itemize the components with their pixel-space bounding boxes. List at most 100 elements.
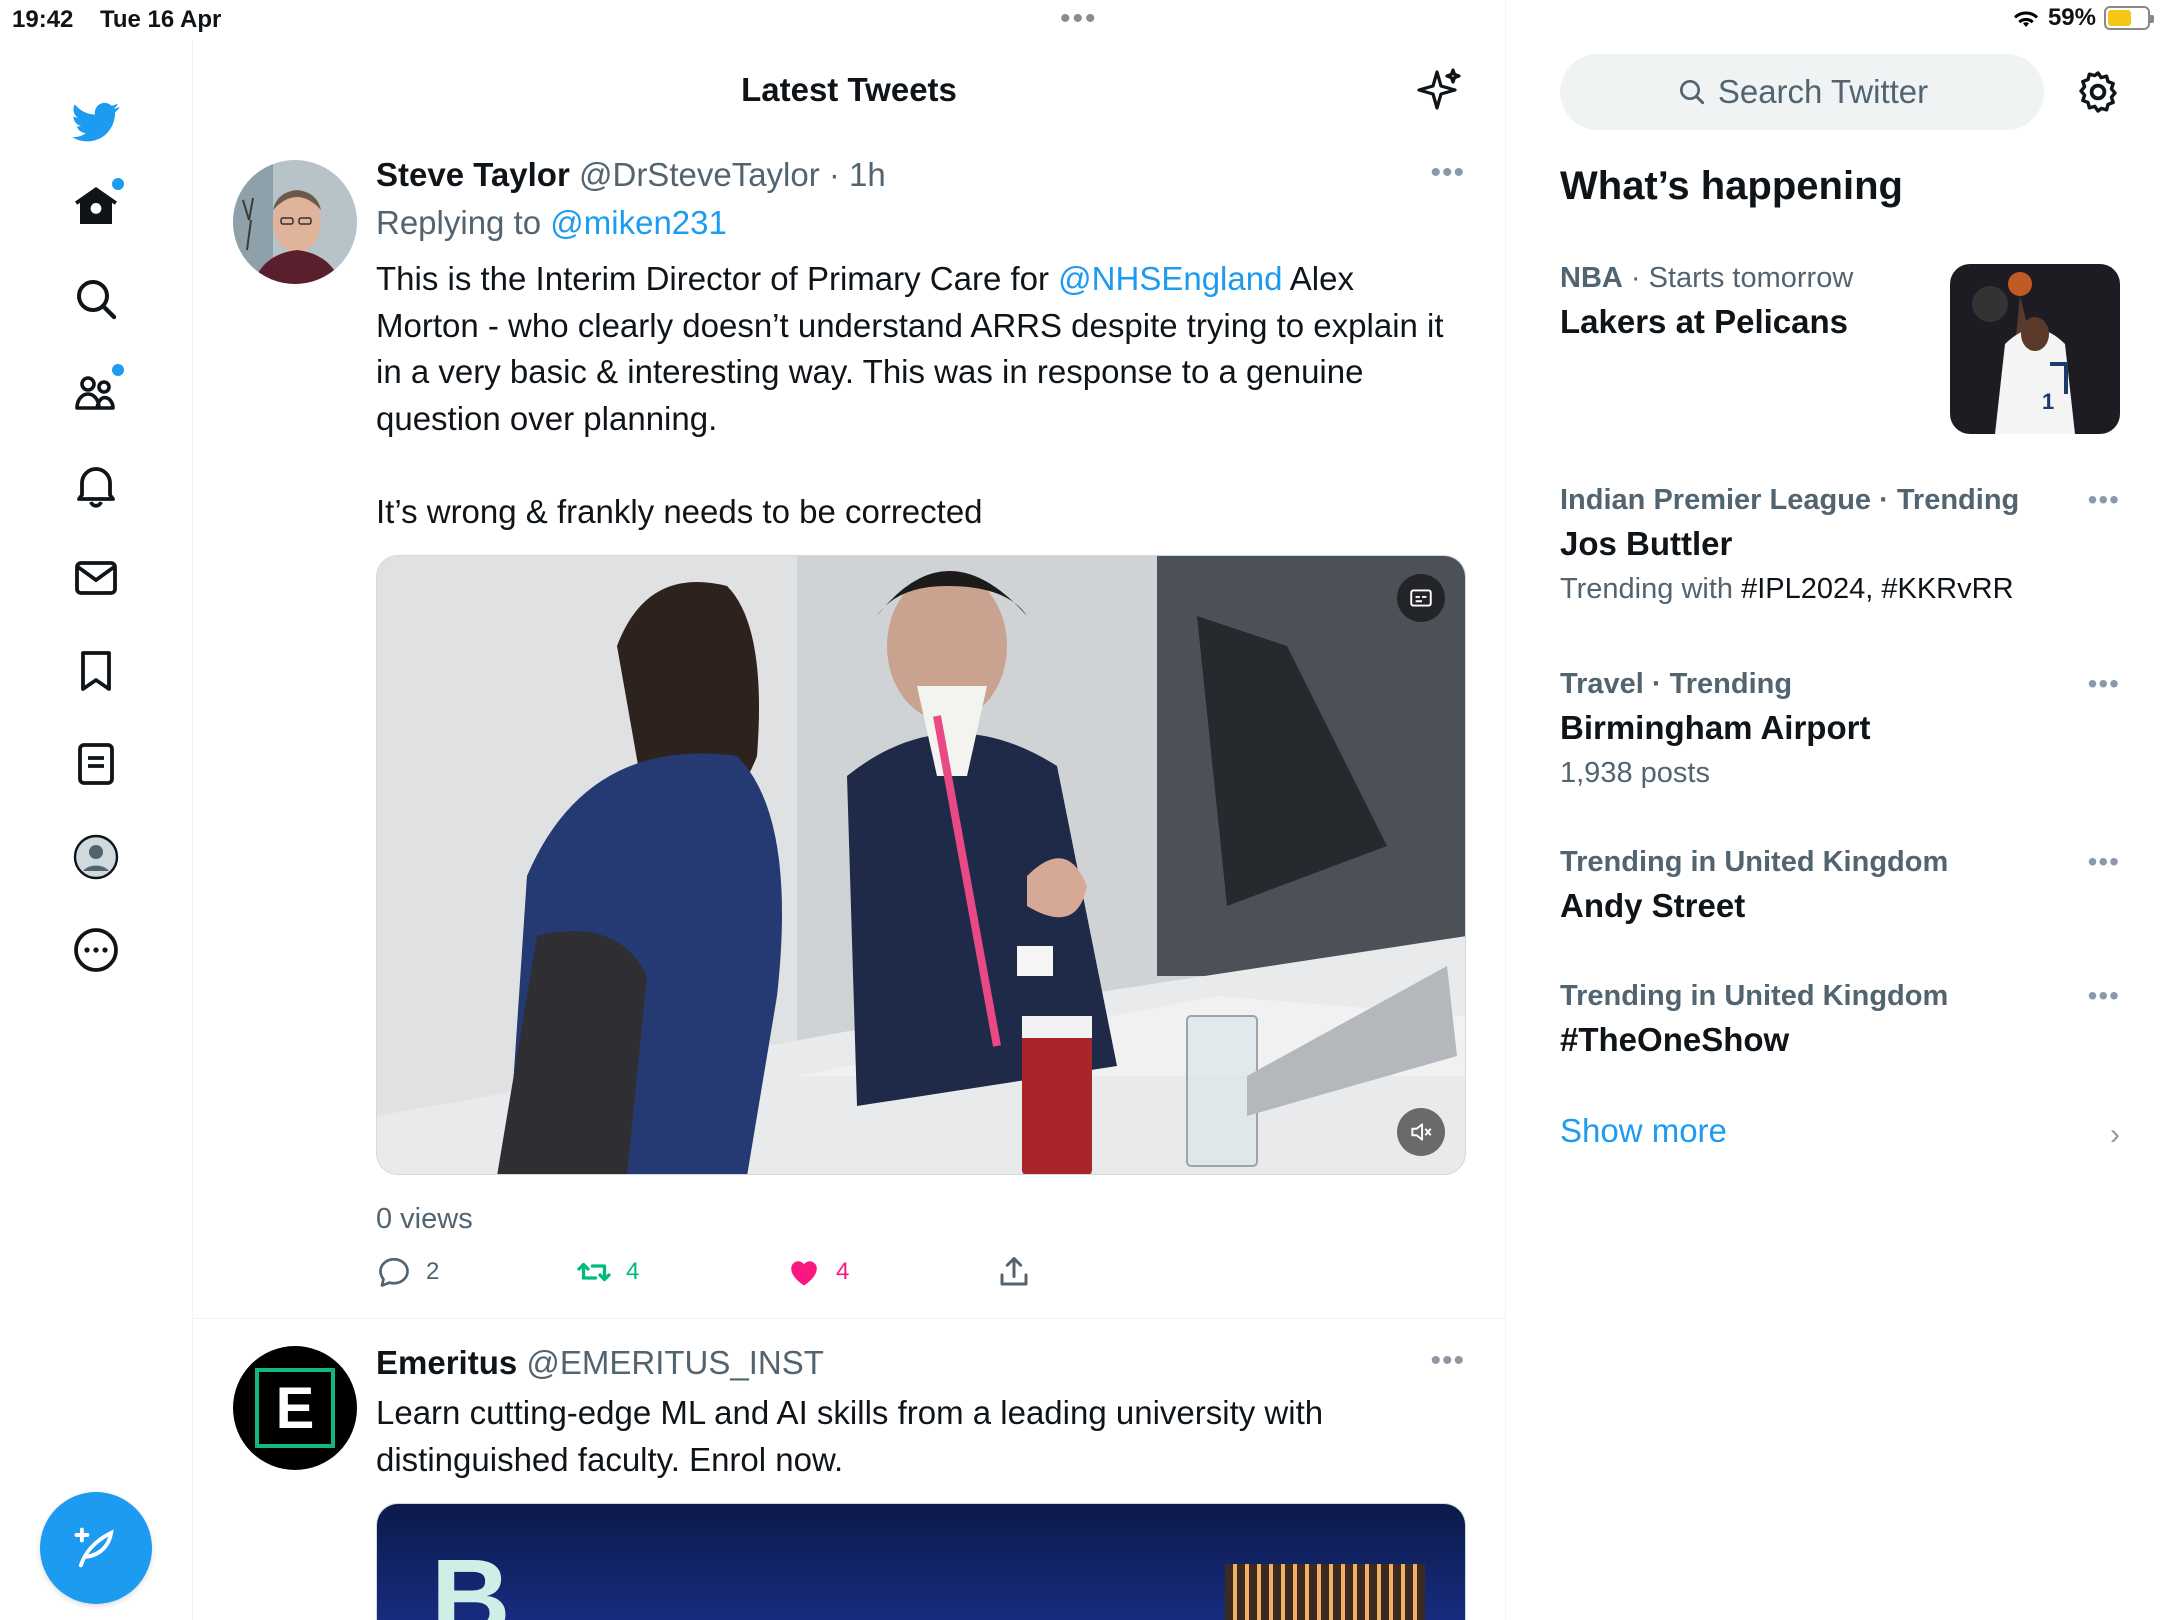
nav-messages[interactable] [60,542,132,614]
trend-more-button[interactable]: ••• [2088,484,2120,516]
author-handle[interactable]: @DrSteveTaylor [579,156,820,193]
tweet-image[interactable]: B [376,1503,1466,1620]
profile-icon [73,834,119,880]
retweet-icon [577,1262,611,1282]
trend-title: Andy Street [1560,887,1746,924]
author-name[interactable]: Steve Taylor [376,156,570,193]
home-notification-dot [112,178,124,190]
more-icon [74,928,118,972]
replying-to-link[interactable]: @miken231 [550,204,727,241]
replying-prefix: Replying to [376,204,551,241]
trend-context-bold: Trending in United Kingdom [1560,846,1949,878]
trend-context-bold: Indian Premier League · Trending [1560,484,2020,516]
trend-context: Trending in United Kingdom [1560,980,2120,1013]
bookmarks-icon [81,651,111,691]
tweet-text-part: Alex Morton - who clearly doesn’t unders… [376,260,1444,530]
trend-title: #TheOneShow [1560,1021,1790,1058]
messages-icon [75,561,117,595]
search-input[interactable]: Search Twitter [1560,54,2044,130]
battery-icon [2104,6,2154,30]
retweet-count: 4 [626,1258,640,1285]
timeline-header: Latest Tweets [193,60,1505,120]
status-time: 19:42 [12,6,74,33]
tweet-text-part: This is the Interim Director of Primary … [376,260,1059,297]
nav-more[interactable] [60,914,132,986]
tweet-more-button[interactable]: ••• [1430,156,1465,190]
avatar[interactable]: E [233,1346,357,1470]
avatar[interactable] [233,160,357,284]
right-sidebar: Search Twitter What’s happening NBA · St… [1507,40,2160,1620]
show-more-label: Show more [1560,1112,1727,1149]
author-handle[interactable]: @EMERITUS_INST [526,1344,824,1381]
trend-context-bold: Trending in United Kingdom [1560,980,1949,1012]
reply-count: 2 [426,1258,440,1285]
notifications-icon [77,467,115,508]
communities-notification-dot [112,364,124,376]
trend-item[interactable]: Indian Premier League · Trending Jos But… [1560,484,2120,606]
tweet-header: Emeritus @EMERITUS_INST [376,1344,1465,1382]
mute-icon[interactable] [1397,1108,1445,1156]
battery-percent: 59% [2047,4,2096,31]
trend-more-button[interactable]: ••• [2088,980,2120,1012]
trend-sub-prefix: Trending with [1560,573,1742,605]
tweet-body: Emeritus @EMERITUS_INST ••• Learn cuttin… [376,1344,1466,1620]
image-letter: B [431,1537,511,1620]
like-count: 4 [836,1258,850,1285]
trend-item[interactable]: Travel · Trending Birmingham Airport 1,9… [1560,668,2120,790]
trend-image[interactable]: 1 [1950,264,2120,434]
trend-context-rest: · Starts tomorrow [1622,262,1854,294]
left-navigation [0,40,193,1620]
trend-more-button[interactable]: ••• [2088,668,2120,700]
nav-notifications[interactable] [60,449,132,521]
tweet-body: Steve Taylor @DrSteveTaylor · 1h ••• Rep… [376,156,1466,1304]
reply-button[interactable]: 2 [376,1254,439,1290]
trend-subtitle: 1,938 posts [1560,757,1710,789]
show-more-link[interactable]: Show more › [1560,1112,2120,1151]
sparkle-icon[interactable] [1417,66,1465,114]
trend-item[interactable]: NBA · Starts tomorrow Lakers at Pelicans… [1560,262,2120,434]
trend-more-button[interactable]: ••• [2088,846,2120,878]
trend-context: Indian Premier League · Trending [1560,484,2120,517]
tweet-text: Learn cutting-edge ML and AI skills from… [376,1394,1333,1478]
search-icon [1679,80,1704,105]
trend-item[interactable]: Trending in United Kingdom #TheOneShow •… [1560,980,2120,1059]
nav-search[interactable] [60,263,132,335]
tweet-more-button[interactable]: ••• [1430,1344,1465,1378]
share-button[interactable] [996,1254,1032,1290]
share-icon [1000,1257,1028,1286]
nav-lists[interactable] [60,728,132,800]
nav-profile[interactable] [60,821,132,893]
twitter-logo-icon[interactable] [60,86,132,158]
trend-title: Jos Buttler [1560,525,1733,562]
replying-to: Replying to @miken231 [376,204,1465,242]
compose-tweet-button[interactable] [40,1492,152,1604]
tweet-divider [193,1318,1505,1319]
caption-icon[interactable] [1397,574,1445,622]
reply-icon [379,1257,409,1287]
mention-link[interactable]: @NHSEngland [1058,260,1282,297]
compose-feather-icon [74,1527,114,1568]
whats-happening-title: What’s happening [1560,164,1903,208]
nav-bookmarks[interactable] [60,635,132,707]
tweet-video[interactable] [376,555,1466,1175]
trend-sub-tags[interactable]: #IPL2024, #KKRvRR [1741,573,2013,605]
building-graphic [1225,1564,1425,1620]
lists-icon [78,743,114,785]
nav-communities[interactable] [60,356,132,428]
nav-home[interactable] [60,170,132,242]
emeritus-logo-letter: E [275,1375,315,1441]
retweet-button[interactable]: 4 [576,1254,639,1290]
search-placeholder: Search Twitter [1717,73,1929,110]
like-button[interactable]: 4 [786,1254,849,1290]
view-count: 0 views [376,1203,473,1235]
trend-subtitle: Trending with #IPL2024, #KKRvRR [1560,573,2120,606]
trend-item[interactable]: Trending in United Kingdom Andy Street •… [1560,846,2120,925]
trend-title: Birmingham Airport [1560,709,1871,746]
gear-icon[interactable] [2074,68,2122,116]
trend-context-bold: NBA [1560,262,1623,294]
trend-context: Travel · Trending [1560,668,2120,701]
author-name[interactable]: Emeritus [376,1344,517,1381]
home-icon [75,187,117,224]
trend-context: Trending in United Kingdom [1560,846,2120,879]
main-timeline: Latest Tweets Steve Taylor @DrSteveTaylo… [193,0,1506,1620]
